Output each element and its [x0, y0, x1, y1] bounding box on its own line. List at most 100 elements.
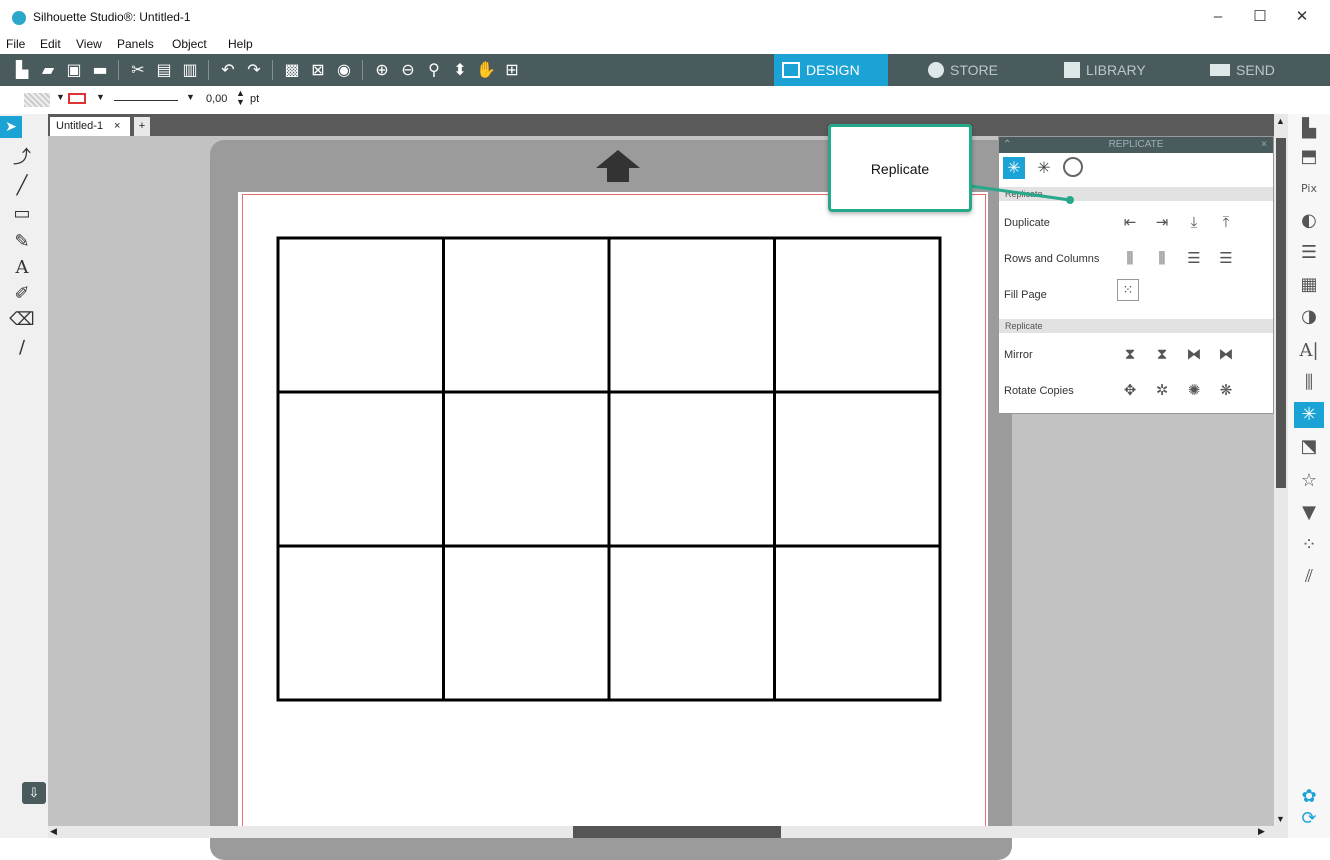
new-file-icon[interactable]: ▙	[12, 60, 32, 80]
line-color-swatch[interactable]	[68, 93, 86, 104]
duplicate-below-icon[interactable]: ⤓	[1181, 209, 1207, 235]
grid-cell-rectangle[interactable]	[773, 544, 942, 702]
fit-to-page-icon[interactable]: ⬍	[450, 60, 470, 80]
deselect-icon[interactable]: ⊠	[308, 60, 328, 80]
redo-icon[interactable]: ↷	[244, 60, 264, 80]
menu-file[interactable]: File	[6, 37, 25, 51]
grid-cell-rectangle[interactable]	[607, 236, 776, 394]
text-style-icon[interactable]: A|	[1296, 338, 1322, 364]
line-width-input[interactable]: 0,00	[206, 93, 227, 105]
zoom-out-icon[interactable]: ⊖	[398, 60, 418, 80]
mirror-below-icon[interactable]: ⧗	[1117, 341, 1143, 367]
minimize-button[interactable]: –	[1198, 4, 1238, 30]
menu-help[interactable]: Help	[228, 37, 253, 51]
grid-cell-rectangle[interactable]	[276, 544, 445, 702]
mirror-left-icon[interactable]: ⧓	[1181, 341, 1207, 367]
favorites-star-icon[interactable]: ☆	[1296, 468, 1322, 494]
mirror-right-icon[interactable]: ⧓	[1213, 341, 1239, 367]
rectangle-grid[interactable]	[276, 236, 942, 702]
page-setup-icon[interactable]: ▙	[1296, 116, 1322, 142]
menu-object[interactable]: Object	[172, 37, 207, 51]
row-of-four-icon[interactable]: ⫼	[1149, 245, 1175, 271]
replicate-panel-icon[interactable]: ✳	[1294, 402, 1324, 428]
duplicate-above-icon[interactable]: ⤒	[1213, 209, 1239, 235]
grid-cell-rectangle[interactable]	[442, 236, 611, 394]
menu-panels[interactable]: Panels	[117, 37, 154, 51]
fill-color-icon[interactable]: ◐	[1296, 208, 1322, 234]
scroll-right-icon[interactable]: ▶	[1258, 826, 1265, 837]
grid-cell-rectangle[interactable]	[607, 544, 776, 702]
drawing-tool-icon[interactable]: ✎	[4, 230, 40, 254]
horizontal-scroll-thumb[interactable]	[573, 826, 781, 838]
duplicate-right-icon[interactable]: ⇥	[1149, 209, 1175, 235]
open-folder-icon[interactable]: ▰	[38, 60, 58, 80]
fill-page-icon[interactable]: ⁙	[1117, 279, 1139, 301]
eraser-tool-icon[interactable]: ⌫	[4, 308, 40, 332]
trace-icon[interactable]: ⁘	[1296, 532, 1322, 558]
print-icon[interactable]: ▬	[90, 60, 110, 80]
knife-tool-icon[interactable]: ✐	[4, 282, 40, 306]
vertical-scroll-thumb[interactable]	[1276, 138, 1286, 488]
rotate-four-copies-icon[interactable]: ✲	[1149, 377, 1175, 403]
zoom-in-icon[interactable]: ⊕	[372, 60, 392, 80]
add-page-icon[interactable]: ⊞	[502, 60, 522, 80]
select-all-icon[interactable]: ▩	[282, 60, 302, 80]
grid-cell-rectangle[interactable]	[276, 236, 445, 394]
eyedropper-tool-icon[interactable]: ∕	[4, 336, 40, 360]
scroll-up-icon[interactable]: ▲	[1276, 116, 1285, 126]
replicate-tab-icon[interactable]: ✳	[1003, 157, 1025, 179]
tab-design[interactable]: DESIGN	[774, 54, 888, 86]
grid-cell-rectangle[interactable]	[773, 390, 942, 548]
panel-header[interactable]: ⌃ REPLICATE ×	[999, 137, 1273, 153]
rectangle-tool-icon[interactable]: ▭	[4, 202, 40, 226]
save-icon[interactable]: ▣	[64, 60, 84, 80]
select-by-color-icon[interactable]: ◉	[334, 60, 354, 80]
edit-points-tool-icon[interactable]: ⤴	[4, 146, 40, 170]
copy-icon[interactable]: ▤	[154, 60, 174, 80]
grid-cell-rectangle[interactable]	[607, 390, 776, 548]
cut-icon[interactable]: ✂	[128, 60, 148, 80]
offset-icon[interactable]: ▼	[1296, 500, 1322, 526]
modify-icon[interactable]: ⬔	[1296, 434, 1322, 460]
line-style-preview[interactable]	[114, 100, 178, 101]
rotate-eight-copies-icon[interactable]: ❋	[1213, 377, 1239, 403]
gradient-icon[interactable]: ◑	[1296, 304, 1322, 330]
menu-view[interactable]: View	[76, 37, 102, 51]
close-window-button[interactable]: ✕	[1282, 4, 1322, 30]
text-tool-icon[interactable]: A	[4, 256, 40, 280]
grid-cell-rectangle[interactable]	[773, 236, 942, 394]
spinner-arrows-icon[interactable]: ▲ ▼	[236, 89, 245, 107]
tab-send[interactable]: SEND	[1204, 54, 1314, 86]
line-style-icon[interactable]: ☰	[1296, 240, 1322, 266]
replicate-advanced-tab-icon[interactable]: ✳	[1033, 157, 1055, 179]
radial-replicate-tab-icon[interactable]	[1063, 157, 1083, 177]
undo-icon[interactable]: ↶	[218, 60, 238, 80]
menu-edit[interactable]: Edit	[40, 37, 61, 51]
scroll-down-icon[interactable]: ▼	[1276, 814, 1285, 824]
zoom-select-icon[interactable]: ⚲	[424, 60, 444, 80]
paste-icon[interactable]: ▥	[180, 60, 200, 80]
rotate-six-copies-icon[interactable]: ✺	[1181, 377, 1207, 403]
row-of-three-icon[interactable]: ⫼	[1117, 245, 1143, 271]
grid-cell-rectangle[interactable]	[276, 390, 445, 548]
grid-cell-rectangle[interactable]	[442, 544, 611, 702]
align-icon[interactable]: ⫼	[1296, 370, 1322, 396]
scroll-left-icon[interactable]: ◀	[50, 826, 57, 837]
panel-close-icon[interactable]: ×	[1261, 137, 1267, 153]
select-tool-icon[interactable]: ➤	[0, 116, 22, 138]
chevron-down-icon[interactable]: ▼	[186, 92, 195, 102]
tab-library[interactable]: LIBRARY	[1058, 54, 1168, 86]
fill-pattern-swatch[interactable]	[24, 93, 50, 107]
fill-pattern-icon[interactable]: ▦	[1296, 272, 1322, 298]
column-of-three-icon[interactable]: ☰	[1181, 245, 1207, 271]
pixscan-icon[interactable]: Pix	[1296, 176, 1322, 202]
rotate-two-copies-icon[interactable]: ✥	[1117, 377, 1143, 403]
line-tool-icon[interactable]: ╱	[4, 174, 40, 198]
sync-icon[interactable]: ⟳	[1296, 806, 1322, 832]
close-tab-icon[interactable]: ×	[114, 117, 120, 136]
grid-cell-rectangle[interactable]	[442, 390, 611, 548]
tab-store[interactable]: STORE	[920, 54, 1030, 86]
chevron-down-icon[interactable]: ▼	[56, 92, 65, 102]
pan-hand-icon[interactable]: ✋	[476, 60, 496, 80]
collapse-chevron-icon[interactable]: ⌃	[1003, 137, 1011, 153]
